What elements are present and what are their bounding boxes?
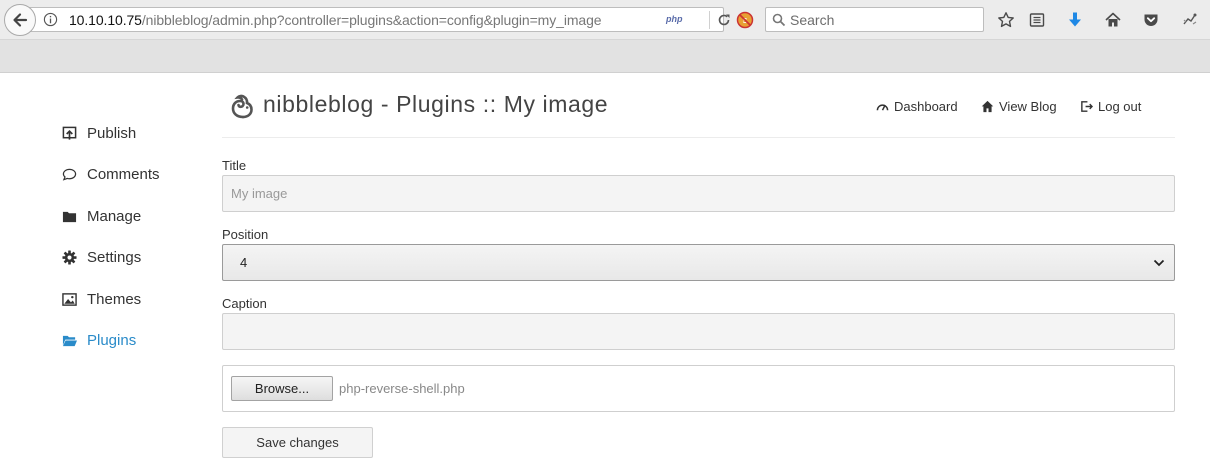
reload-icon[interactable] <box>716 12 732 28</box>
sidebar-item-label: Plugins <box>87 331 137 349</box>
position-label: Position <box>222 227 269 242</box>
search-placeholder: Search <box>790 12 835 28</box>
caption-input[interactable] <box>222 313 1175 350</box>
page-title: nibbleblog - Plugins :: My image <box>263 91 609 117</box>
save-changes-button[interactable]: Save changes <box>222 427 373 458</box>
sidebar-item-settings[interactable]: Settings <box>62 246 192 268</box>
log-out-icon <box>1081 101 1093 112</box>
view-blog-link[interactable]: View Blog <box>981 99 1057 114</box>
dashboard-link[interactable]: Dashboard <box>876 99 958 114</box>
sidebar-item-label: Publish <box>87 124 137 142</box>
title-input-value: My image <box>231 186 288 201</box>
url-separator <box>709 11 710 29</box>
image-icon <box>62 292 77 306</box>
back-button[interactable] <box>4 4 36 36</box>
page-header: nibbleblog - Plugins :: My image Dashboa… <box>222 88 1175 138</box>
folder-open-icon <box>62 335 77 346</box>
pocket-icon[interactable] <box>1142 11 1160 29</box>
title-label: Title <box>222 158 247 173</box>
browser-toolbar: 10.10.10.75/nibbleblog/admin.php?control… <box>0 0 1210 40</box>
publish-icon <box>62 126 77 140</box>
folder-icon <box>62 211 77 222</box>
selected-file-name: php-reverse-shell.php <box>339 381 465 396</box>
position-select[interactable]: 4 <box>222 244 1175 281</box>
reading-list-icon[interactable] <box>1028 11 1046 29</box>
php-badge: php <box>666 14 683 24</box>
view-blog-link-label: View Blog <box>999 99 1057 114</box>
sidebar-item-label: Themes <box>87 290 142 308</box>
dashboard-link-label: Dashboard <box>894 99 958 114</box>
gear-icon <box>62 249 77 265</box>
back-arrow-icon <box>13 13 28 27</box>
browse-button[interactable]: Browse... <box>231 376 333 401</box>
url-host: 10.10.10.75 <box>69 12 142 28</box>
position-select-value: 4 <box>240 255 248 270</box>
file-upload-field: Browse... php-reverse-shell.php <box>222 365 1175 412</box>
sidebar-item-comments[interactable]: Comments <box>62 163 192 185</box>
sidebar-item-label: Settings <box>87 248 142 266</box>
sidebar-item-themes[interactable]: Themes <box>62 288 192 310</box>
sidebar-item-label: Comments <box>87 165 160 183</box>
home-icon[interactable] <box>1104 11 1122 29</box>
extension-icon[interactable] <box>1181 11 1199 29</box>
sidebar-item-label: Manage <box>87 207 142 225</box>
url-bar[interactable]: 10.10.10.75/nibbleblog/admin.php?control… <box>20 7 730 32</box>
caption-label: Caption <box>222 296 267 311</box>
sidebar-item-manage[interactable]: Manage <box>62 205 192 227</box>
dashboard-icon <box>876 104 889 111</box>
browser-infobar <box>0 40 1210 73</box>
search-icon <box>772 13 786 27</box>
sidebar-item-publish[interactable]: Publish <box>62 122 192 144</box>
bookmark-star-icon[interactable] <box>997 11 1015 29</box>
home-icon <box>981 100 994 113</box>
url-text[interactable]: 10.10.10.75/nibbleblog/admin.php?control… <box>69 12 602 28</box>
noscript-icon[interactable]: S <box>736 11 754 29</box>
sidebar-item-plugins[interactable]: Plugins <box>62 329 192 351</box>
download-icon[interactable] <box>1066 11 1084 29</box>
log-out-link[interactable]: Log out <box>1080 99 1141 114</box>
comment-icon <box>62 168 77 181</box>
search-bar[interactable]: Search <box>765 7 984 32</box>
title-input[interactable]: My image <box>222 175 1175 212</box>
info-icon[interactable] <box>43 12 58 27</box>
url-path: /nibbleblog/admin.php?controller=plugins… <box>141 12 602 28</box>
nibbleblog-logo-icon <box>231 94 253 119</box>
log-out-link-label: Log out <box>1098 99 1142 114</box>
chevron-down-icon <box>1153 259 1165 267</box>
